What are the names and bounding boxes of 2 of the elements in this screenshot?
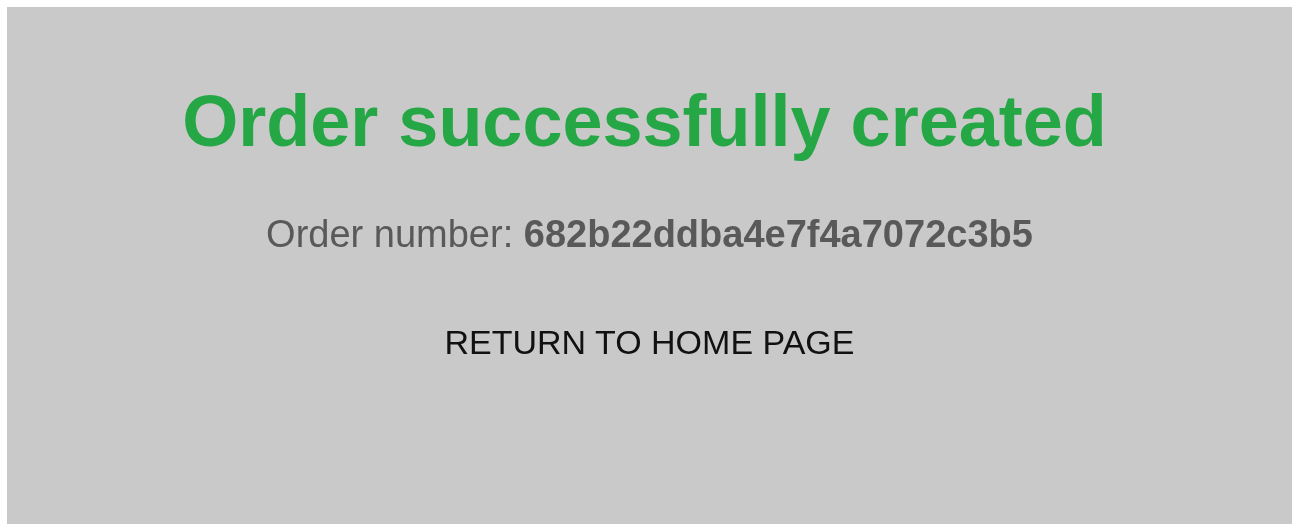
order-number-text: Order number: 682b22ddba4e7f4a7072c3b5 bbox=[266, 215, 1033, 253]
return-home-button[interactable]: RETURN TO HOME PAGE bbox=[436, 319, 863, 366]
